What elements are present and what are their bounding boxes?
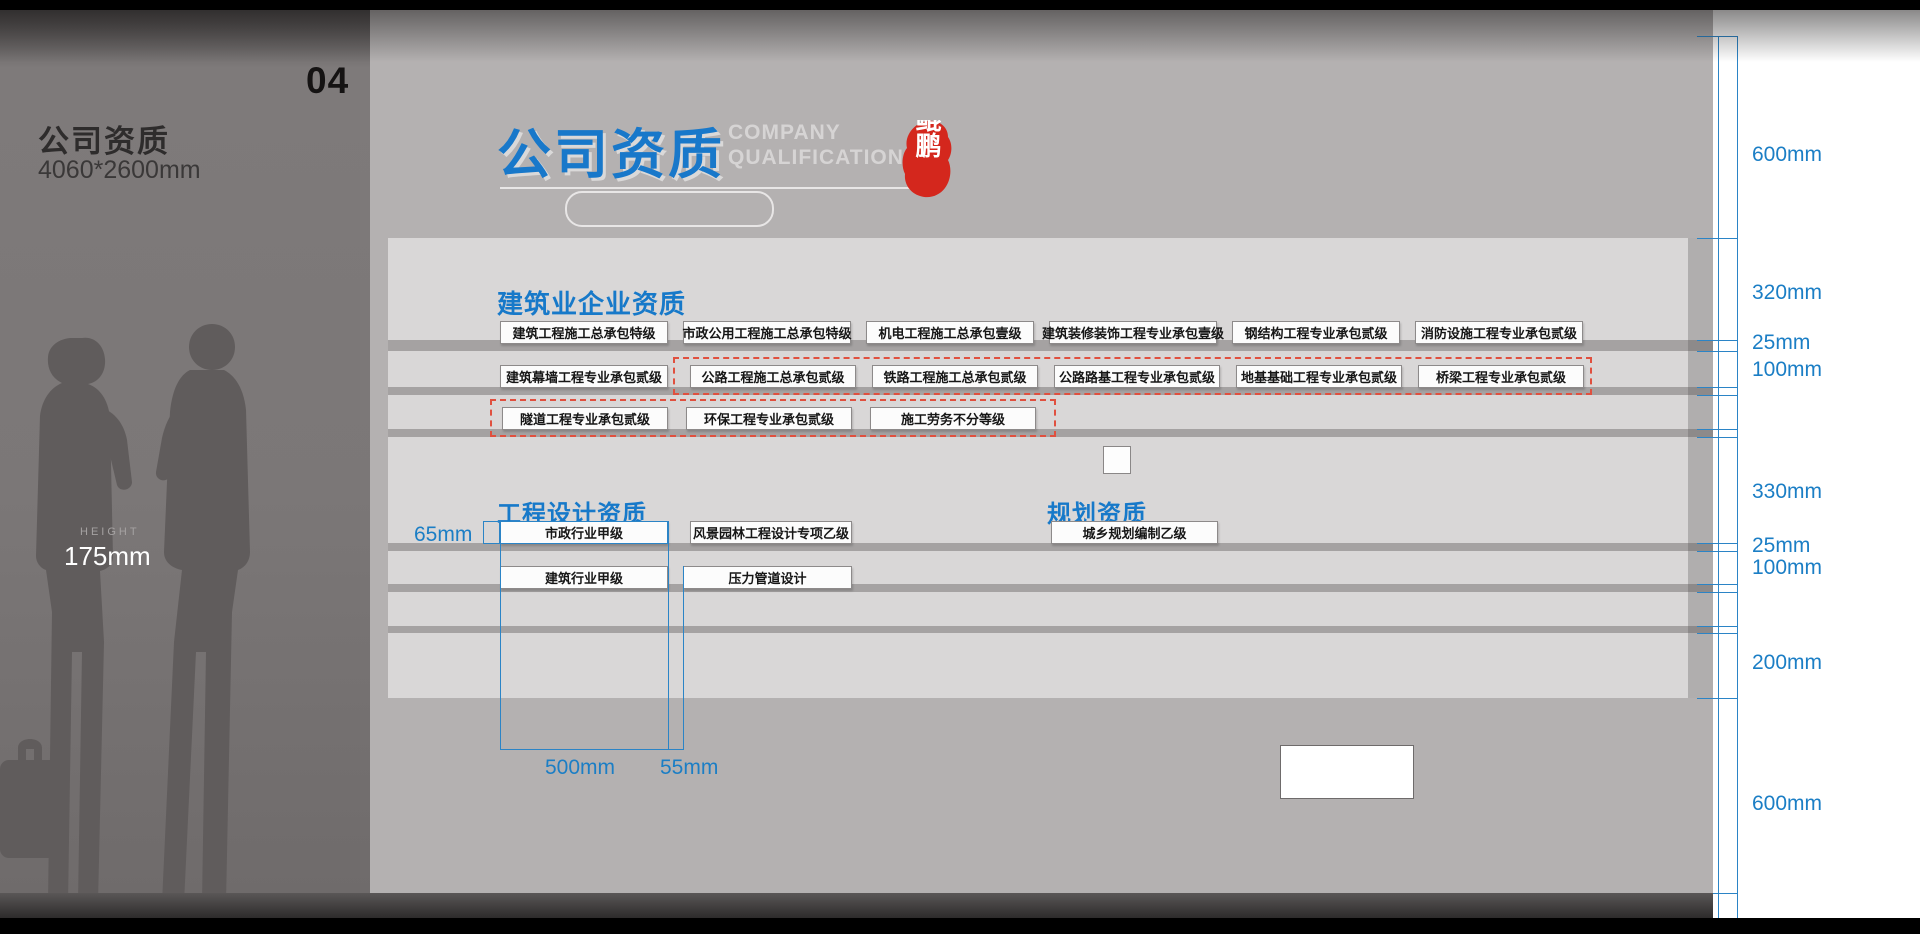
measurement-tick xyxy=(1697,351,1737,352)
qualification-plaque: 市政公用工程施工总承包特级 xyxy=(683,321,851,344)
page-number: 04 xyxy=(306,60,358,102)
qualification-plaque: 城乡规划编制乙级 xyxy=(1051,521,1218,544)
qualification-plaque: 机电工程施工总承包壹级 xyxy=(866,321,1034,344)
dimension-label-65mm: 65mm xyxy=(414,523,472,547)
qualification-plaque: 压力管道设计 xyxy=(683,566,852,589)
qualification-plaque: 施工劳务不分等级 xyxy=(870,407,1036,430)
dimension-label: 200mm xyxy=(1752,651,1822,675)
dimension-label: 100mm xyxy=(1752,556,1822,580)
wall-edge-shadow xyxy=(1688,238,1713,698)
qualification-plaque: 环保工程专业承包贰级 xyxy=(686,407,852,430)
section-title-construction: 建筑业企业资质 xyxy=(497,284,686,321)
measurement-tick xyxy=(1697,584,1737,585)
qualification-plaque: 建筑装修装饰工程专业承包壹级 xyxy=(1049,321,1217,344)
measurement-tick xyxy=(1697,387,1737,388)
wall-title-english-line1: COMPANY xyxy=(728,121,841,145)
qualification-plaque: 建筑行业甲级 xyxy=(500,566,668,589)
blank-legend-rect xyxy=(1280,745,1414,799)
dimension-label-55mm: 55mm xyxy=(660,756,718,780)
title-paperclip-loop xyxy=(565,191,774,227)
measurement-tick xyxy=(1697,626,1737,627)
dimension-line xyxy=(1718,36,1719,918)
dimension-line xyxy=(683,566,684,749)
measurement-tick xyxy=(1697,395,1737,396)
measurement-tick xyxy=(1697,238,1737,239)
dimension-line xyxy=(668,521,669,749)
dimension-line xyxy=(1737,36,1738,918)
red-seal-stamp: 鲲鹏 xyxy=(901,120,953,198)
dimension-line xyxy=(500,749,684,750)
dimension-box-65mm xyxy=(483,521,500,544)
wall-title-chinese: 公司资质 xyxy=(497,110,725,189)
dimension-label: 100mm xyxy=(1752,358,1822,382)
dimension-label: 330mm xyxy=(1752,480,1822,504)
people-silhouettes xyxy=(0,312,305,903)
measurement-tick xyxy=(1697,592,1737,593)
dimension-label: 600mm xyxy=(1752,792,1822,816)
measurement-tick xyxy=(1697,698,1737,699)
wall-panel-gap xyxy=(388,543,1713,551)
qualification-plaque: 公路工程施工总承包贰级 xyxy=(690,365,856,388)
measurement-tick xyxy=(1697,437,1737,438)
design-sheet: 04 公司资质 4060*2600mm HEIGHT 175mm xyxy=(0,0,1920,934)
dimension-line xyxy=(500,521,501,749)
qualification-plaque: 铁路工程施工总承包贰级 xyxy=(872,365,1038,388)
qualification-plaque: 风景园林工程设计专项乙级 xyxy=(690,521,852,544)
qualification-plaque: 建筑工程施工总承包特级 xyxy=(500,321,668,344)
qualification-plaque: 消防设施工程专业承包贰级 xyxy=(1415,321,1583,344)
panel-title: 公司资质 xyxy=(38,116,170,161)
qualification-plaque: 建筑幕墙工程专业承包贰级 xyxy=(500,365,668,388)
measurement-tick xyxy=(1697,340,1737,341)
floor-strip xyxy=(0,893,1713,918)
title-underline xyxy=(500,187,940,189)
qualification-plaque: 钢结构工程专业承包贰级 xyxy=(1232,321,1400,344)
measurement-tick xyxy=(1697,633,1737,634)
dimension-label-500mm: 500mm xyxy=(545,756,615,780)
qualification-plaque: 市政行业甲级 xyxy=(500,521,668,544)
dimension-label: 600mm xyxy=(1752,143,1822,167)
height-value: 175mm xyxy=(64,541,151,572)
height-caption: HEIGHT xyxy=(80,526,140,538)
measurement-tick xyxy=(1697,429,1737,430)
measurement-tick xyxy=(1697,551,1737,552)
wall-panel-gap xyxy=(388,626,1713,633)
dimension-label: 25mm xyxy=(1752,534,1810,558)
dimension-label: 25mm xyxy=(1752,331,1810,355)
qualification-plaque: 隧道工程专业承包贰级 xyxy=(502,407,668,430)
small-blank-square xyxy=(1103,446,1131,474)
panel-size-label: 4060*2600mm xyxy=(38,156,201,185)
dimension-label: 320mm xyxy=(1752,281,1822,305)
measurement-tick xyxy=(1697,543,1737,544)
seal-characters: 鲲鹏 xyxy=(912,120,942,159)
left-info-panel: 04 公司资质 4060*2600mm HEIGHT 175mm xyxy=(0,10,370,893)
wall-title-english-line2: QUALIFICATION xyxy=(728,146,904,170)
qualification-plaque: 桥梁工程专业承包贰级 xyxy=(1418,365,1584,388)
qualification-plaque: 公路路基工程专业承包贰级 xyxy=(1054,365,1220,388)
wall-panel-band xyxy=(388,633,1713,698)
wall-panel-band xyxy=(388,592,1713,626)
measurement-tick xyxy=(1697,36,1737,37)
qualification-plaque: 地基基础工程专业承包贰级 xyxy=(1236,365,1402,388)
